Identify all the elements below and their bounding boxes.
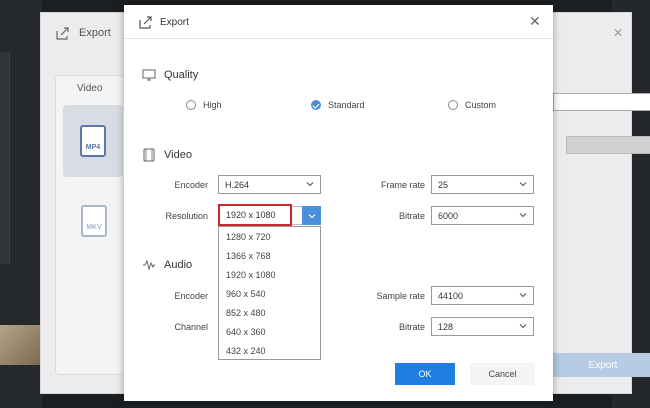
resolution-option[interactable]: 1920 x 1080: [219, 265, 320, 284]
resolution-option[interactable]: 432 x 240: [219, 341, 320, 360]
background-path-field[interactable]: [566, 136, 650, 154]
export-icon: [56, 27, 69, 40]
dialog-title: Export: [160, 17, 189, 28]
sample-rate-select[interactable]: 44100: [431, 286, 534, 305]
background-window-title: Export: [55, 25, 111, 41]
cancel-button[interactable]: Cancel: [470, 363, 535, 385]
audio-bitrate-label: Bitrate: [398, 322, 425, 332]
close-icon[interactable]: ✕: [529, 13, 541, 30]
background-text-field[interactable]: [553, 93, 650, 111]
chevron-down-icon: [308, 213, 315, 218]
frame-rate-label: Frame rate: [380, 180, 425, 190]
video-bitrate-label: Bitrate: [398, 211, 425, 221]
resolution-option[interactable]: 1366 x 768: [219, 246, 320, 265]
resolution-value-highlight[interactable]: 1920 x 1080: [218, 204, 292, 226]
chevron-down-icon: [306, 182, 314, 187]
audio-bitrate-select[interactable]: 128: [431, 317, 534, 336]
frame-rate-select[interactable]: 25: [431, 175, 534, 194]
video-encoder-label: Encoder: [174, 180, 208, 190]
quality-section-heading: Quality: [142, 68, 198, 82]
audio-encoder-label: Encoder: [174, 291, 208, 301]
radio-unchecked-icon: [448, 100, 458, 110]
channel-label: Channel: [174, 322, 208, 332]
resolution-option[interactable]: 640 x 360: [219, 322, 320, 341]
chevron-down-icon: [519, 324, 527, 329]
format-sidebar-label: Video: [77, 83, 103, 94]
background-close-icon[interactable]: ✕: [613, 26, 623, 40]
sample-rate-label: Sample rate: [376, 291, 425, 301]
background-export-button[interactable]: Export: [553, 353, 650, 377]
resolution-label: Resolution: [165, 211, 208, 221]
chevron-down-icon: [519, 293, 527, 298]
format-mkv-tile[interactable]: MKV: [69, 195, 119, 247]
background-title-text: Export: [79, 27, 111, 39]
resolution-dropdown-list: 1280 x 720 1366 x 768 1920 x 1080 960 x …: [218, 226, 321, 360]
ok-button[interactable]: OK: [395, 363, 455, 385]
radio-unchecked-icon: [186, 100, 196, 110]
format-mp4-tile[interactable]: MP4: [63, 105, 123, 177]
film-icon: [143, 148, 155, 162]
resolution-dropdown-button[interactable]: [302, 206, 321, 225]
dialog-titlebar: Export ✕: [124, 5, 553, 39]
resolution-option[interactable]: 1280 x 720: [219, 227, 320, 246]
video-bitrate-select[interactable]: 6000: [431, 206, 534, 225]
quality-custom-radio[interactable]: Custom: [448, 100, 496, 110]
chevron-down-icon: [519, 213, 527, 218]
export-icon: [139, 16, 152, 29]
quality-standard-radio[interactable]: Standard: [311, 100, 365, 110]
video-encoder-select[interactable]: H.264: [218, 175, 321, 194]
audio-wave-icon: [143, 259, 155, 271]
resolution-option[interactable]: 960 x 540: [219, 284, 320, 303]
resolution-option[interactable]: 852 x 480: [219, 303, 320, 322]
monitor-icon: [142, 69, 156, 81]
timeline-clip-thumbnail: [0, 325, 40, 365]
audio-section-heading: Audio: [142, 258, 192, 272]
video-section-heading: Video: [142, 148, 192, 162]
editor-media-strip: [0, 52, 10, 264]
export-settings-dialog: Export ✕ Quality High Standard Custom Vi…: [124, 5, 553, 401]
quality-high-radio[interactable]: High: [186, 100, 222, 110]
radio-checked-icon: [311, 100, 321, 110]
chevron-down-icon: [519, 182, 527, 187]
mp4-file-icon: MP4: [80, 125, 106, 157]
mkv-file-icon: MKV: [81, 205, 107, 237]
